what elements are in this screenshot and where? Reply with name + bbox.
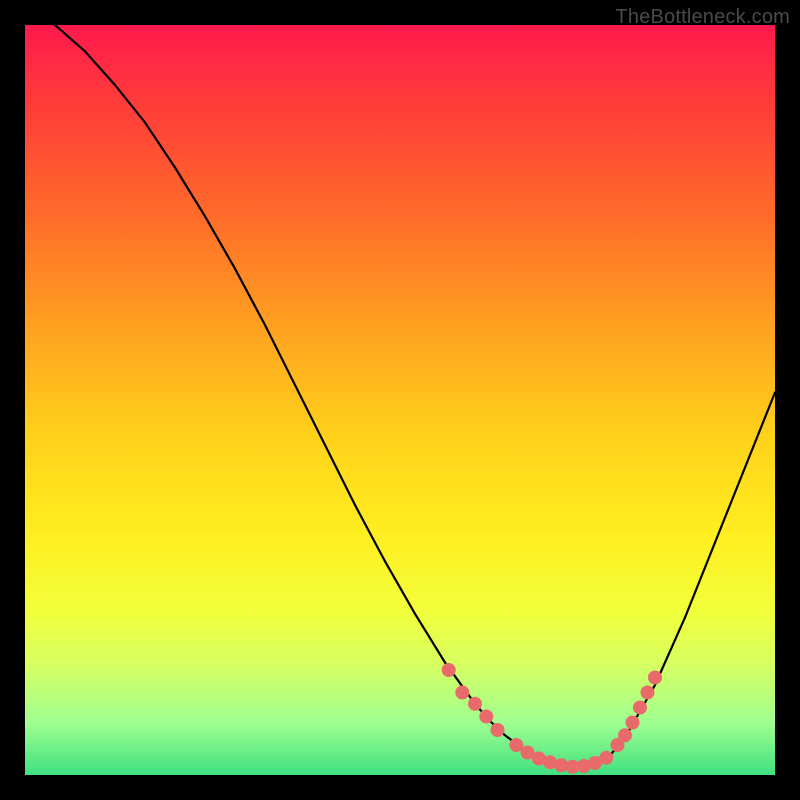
marker-layer bbox=[442, 663, 662, 774]
marker-dot bbox=[479, 710, 493, 724]
marker-dot bbox=[468, 697, 482, 711]
marker-dot bbox=[455, 686, 469, 700]
chart-svg bbox=[0, 0, 800, 800]
marker-dot bbox=[633, 701, 647, 715]
marker-dot bbox=[626, 716, 640, 730]
watermark-text: TheBottleneck.com bbox=[615, 6, 790, 29]
curve-layer bbox=[25, 3, 775, 767]
bottleneck-curve bbox=[25, 3, 775, 767]
marker-dot bbox=[641, 686, 655, 700]
marker-dot bbox=[648, 671, 662, 685]
marker-dot bbox=[618, 728, 632, 742]
marker-dot bbox=[599, 751, 613, 765]
marker-dot bbox=[491, 723, 505, 737]
marker-dot bbox=[442, 663, 456, 677]
